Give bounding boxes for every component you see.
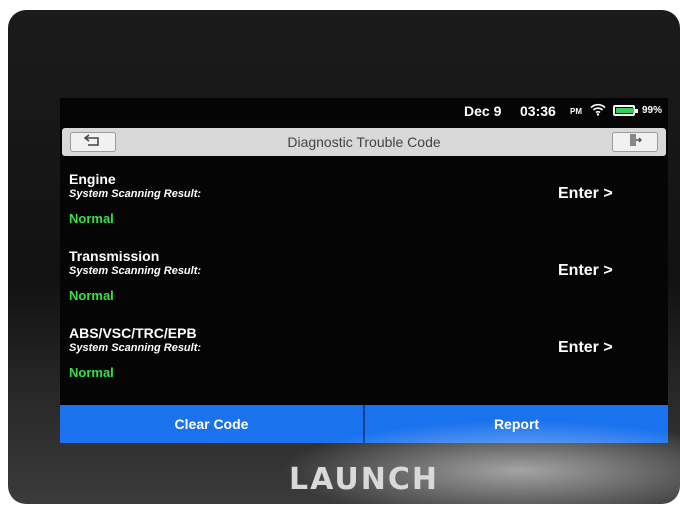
system-name: Engine: [69, 171, 116, 187]
status-time: 03:36: [520, 103, 556, 119]
scan-result-label: System Scanning Result:: [69, 265, 202, 277]
bottom-action-bar: Clear Code Report: [60, 405, 668, 443]
enter-transmission-button[interactable]: Enter >: [558, 262, 613, 280]
enter-abs-button[interactable]: Enter >: [558, 339, 613, 357]
brand-logo: LAUNCH: [288, 462, 439, 497]
scan-status: Normal: [69, 288, 114, 303]
device-screen: Dec 9 03:36 PM 99% Diagnostic Trouble Co…: [60, 98, 668, 443]
clear-code-button[interactable]: Clear Code: [60, 405, 363, 443]
system-row-transmission: Transmission System Scanning Result: Nor…: [60, 248, 668, 323]
system-row-engine: Engine System Scanning Result: Normal En…: [60, 171, 668, 246]
title-bar: Diagnostic Trouble Code: [62, 128, 666, 156]
battery-percent: 99%: [642, 105, 663, 116]
system-name: ABS/VSC/TRC/EPB: [69, 325, 197, 341]
system-row-abs: ABS/VSC/TRC/EPB System Scanning Result: …: [60, 325, 668, 400]
page-title: Diagnostic Trouble Code: [287, 134, 441, 150]
scan-status: Normal: [69, 365, 114, 380]
status-ampm: PM: [570, 107, 582, 116]
enter-engine-button[interactable]: Enter >: [558, 185, 613, 203]
exit-button[interactable]: [612, 132, 658, 152]
report-button[interactable]: Report: [365, 405, 668, 443]
status-bar: Dec 9 03:36 PM 99%: [60, 98, 668, 124]
battery-icon: [613, 105, 638, 116]
scan-status: Normal: [69, 211, 114, 226]
status-date: Dec 9: [464, 103, 502, 119]
scan-result-label: System Scanning Result:: [69, 188, 202, 200]
system-name: Transmission: [69, 248, 160, 264]
wifi-icon: [590, 103, 606, 119]
exit-icon: [627, 134, 643, 150]
scan-result-label: System Scanning Result:: [69, 342, 202, 354]
